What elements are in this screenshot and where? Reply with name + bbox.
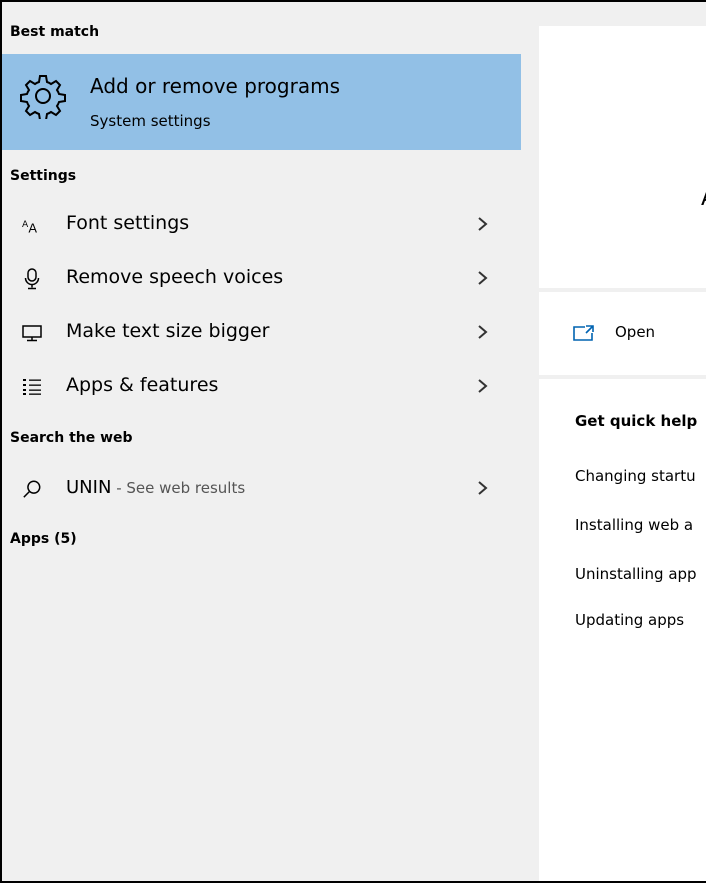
gear-icon xyxy=(20,73,66,121)
settings-item-label: Apps & features xyxy=(66,374,219,396)
best-match-title: Add or remove programs xyxy=(90,74,340,98)
best-match-result[interactable]: Add or remove programs System settings xyxy=(2,54,521,150)
section-header-best-match: Best match xyxy=(10,24,100,40)
svg-text:A: A xyxy=(28,220,37,234)
chevron-right-icon[interactable] xyxy=(475,266,491,290)
results-pane: Best match Add or remove programs System… xyxy=(2,2,521,881)
settings-item-label: Font settings xyxy=(66,212,190,234)
section-header-settings: Settings xyxy=(10,168,77,184)
settings-item-font-settings[interactable]: A A Font settings xyxy=(2,200,521,252)
list-icon xyxy=(22,376,42,398)
search-icon xyxy=(22,478,42,500)
settings-item-label: Make text size bigger xyxy=(66,320,270,342)
section-header-search-the-web: Search the web xyxy=(10,430,133,446)
chevron-right-icon[interactable] xyxy=(475,320,491,344)
web-query: UNIN xyxy=(66,477,112,498)
quick-help-title: Get quick help xyxy=(575,412,698,430)
chevron-right-icon[interactable] xyxy=(475,374,491,398)
settings-item-apps-features[interactable]: Apps & features xyxy=(2,362,521,414)
help-link[interactable]: Uninstalling app xyxy=(575,565,697,583)
open-icon xyxy=(573,325,595,341)
best-match-subtitle: System settings xyxy=(90,112,211,130)
open-label: Open xyxy=(615,323,656,341)
microphone-icon xyxy=(22,268,42,290)
font-icon: A A xyxy=(22,214,42,236)
divider xyxy=(539,288,706,292)
divider xyxy=(539,375,706,379)
section-header-apps[interactable]: Apps (5) xyxy=(10,531,77,547)
web-hint: - See web results xyxy=(111,479,246,497)
web-search-label: UNIN - See web results xyxy=(66,477,245,498)
chevron-right-icon[interactable] xyxy=(475,212,491,236)
monitor-icon xyxy=(22,322,42,344)
settings-item-make-text-size-bigger[interactable]: Make text size bigger xyxy=(2,308,521,360)
web-search-result[interactable]: UNIN - See web results xyxy=(2,464,521,516)
settings-item-remove-speech-voices[interactable]: Remove speech voices xyxy=(2,254,521,306)
help-link[interactable]: Changing startu xyxy=(575,467,696,485)
help-link[interactable]: Installing web a xyxy=(575,516,693,534)
preview-title: A xyxy=(701,186,706,211)
help-link[interactable]: Updating apps xyxy=(575,611,684,629)
chevron-right-icon[interactable] xyxy=(475,476,491,500)
settings-item-label: Remove speech voices xyxy=(66,266,284,288)
search-window: Best match Add or remove programs System… xyxy=(0,0,706,883)
open-action[interactable]: Open xyxy=(539,294,706,374)
preview-pane: A Open Get quick help Changing startu In… xyxy=(539,26,706,881)
